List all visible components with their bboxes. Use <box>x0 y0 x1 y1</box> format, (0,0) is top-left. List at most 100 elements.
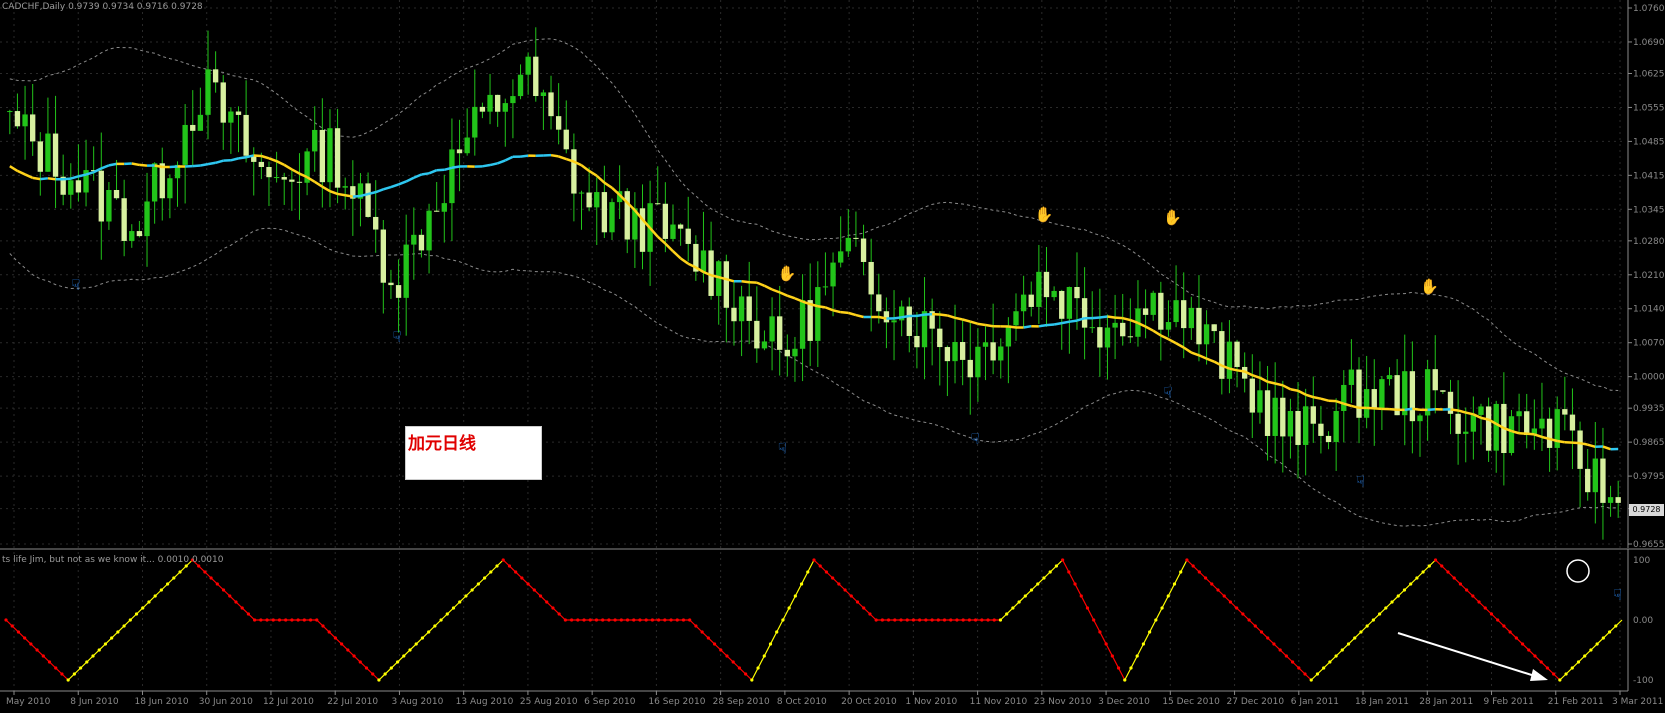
candle-body <box>1128 336 1133 337</box>
oscillator-point <box>98 648 101 651</box>
oscillator-point <box>415 642 418 645</box>
oscillator-point <box>1496 618 1499 621</box>
oscillator-point <box>241 606 244 609</box>
ma-segment <box>284 165 292 170</box>
oscillator-point <box>1509 630 1512 633</box>
annotation-label: 加元日线 <box>408 429 476 454</box>
oscillator-point <box>4 618 7 621</box>
oscillator-point <box>328 630 331 633</box>
oscillator-point <box>1142 642 1145 645</box>
oscillator-point <box>856 600 859 603</box>
ma-segment <box>109 164 117 165</box>
ma-segment <box>986 325 994 326</box>
candle-body <box>167 178 172 198</box>
date-axis-label: 3 Mar 2011 <box>1612 697 1663 707</box>
candle-body <box>1333 411 1338 442</box>
candle-body <box>1585 469 1590 492</box>
candle-body <box>503 103 508 112</box>
oscillator-point <box>875 618 878 621</box>
candle-body <box>1326 436 1331 442</box>
candle-body <box>381 230 386 283</box>
ma-segment <box>559 156 567 159</box>
oscillator-point <box>1167 594 1170 597</box>
ma-segment <box>40 178 48 179</box>
chart-grid <box>0 0 1626 691</box>
oscillator-point <box>384 672 387 675</box>
oscillator-point <box>321 624 324 627</box>
candle-body <box>221 82 226 122</box>
oscillator-point <box>234 600 237 603</box>
oscillator-point <box>539 594 542 597</box>
oscillator-point <box>73 672 76 675</box>
candle-body <box>1593 459 1598 493</box>
candle-body <box>106 190 111 221</box>
candle-body <box>808 300 813 341</box>
oscillator-point <box>607 618 610 621</box>
oscillator-point <box>1589 648 1592 651</box>
candle-body <box>1265 390 1270 436</box>
oscillator-point <box>943 618 946 621</box>
oscillator-point <box>663 618 666 621</box>
oscillator-point <box>1105 642 1108 645</box>
candle-body <box>236 112 241 115</box>
candle-body <box>1494 404 1499 451</box>
candle-body <box>76 180 81 192</box>
candle-body <box>830 263 835 287</box>
ma-segment <box>1412 409 1420 410</box>
ma-segment <box>482 165 490 166</box>
ma-segment <box>1100 316 1108 317</box>
oscillator-point <box>775 630 778 633</box>
ma-segment <box>193 166 201 167</box>
candle-body <box>404 245 409 298</box>
oscillator-point <box>458 600 461 603</box>
ma-segment <box>1161 335 1169 339</box>
oscillator-point <box>980 618 983 621</box>
date-axis-label: 27 Dec 2010 <box>1227 697 1285 707</box>
ma-segment <box>429 170 437 173</box>
ma-segment <box>315 182 323 187</box>
candle-body <box>1273 398 1278 436</box>
chart-window[interactable]: ✋✋✋✋✋✋☟☟☟☟☟☟☟ 1.07601.06901.06251.05551.… <box>0 0 1665 709</box>
oscillator-point <box>502 558 505 561</box>
ma-segment <box>254 155 262 156</box>
candle-body <box>1143 308 1148 314</box>
candle-body <box>1410 371 1415 421</box>
oscillator-point <box>483 576 486 579</box>
oscillator-point <box>253 618 256 621</box>
candle-body <box>525 57 530 75</box>
oscillator-point <box>937 618 940 621</box>
oscillator-point <box>1490 612 1493 615</box>
ma-segment <box>604 183 612 188</box>
oscillator-point <box>315 618 318 621</box>
oscillator-point <box>1272 642 1275 645</box>
candle-body <box>1036 272 1041 307</box>
price-chart[interactable]: ✋✋✋✋✋✋☟☟☟☟☟☟☟ 1.07601.06901.06251.05551.… <box>0 0 1665 709</box>
candle-body <box>1303 406 1308 445</box>
candle-body <box>533 57 538 96</box>
ma-segment <box>1199 355 1207 358</box>
candle-body <box>586 193 591 208</box>
candle-body <box>548 92 553 116</box>
ma-segment <box>1374 408 1382 409</box>
oscillator-point <box>570 618 573 621</box>
ma-segment <box>947 315 955 317</box>
candle-body <box>1097 327 1102 347</box>
candle-body <box>1074 287 1079 298</box>
oscillator-point <box>1136 654 1139 657</box>
candle-body <box>38 141 43 171</box>
ma-segment <box>1275 383 1283 385</box>
ma-segment <box>1184 348 1192 353</box>
date-axis-label: 16 Sep 2010 <box>648 697 705 707</box>
candle-body <box>625 191 630 239</box>
oscillator-point <box>974 618 977 621</box>
candle-body <box>1151 293 1156 315</box>
oscillator-point <box>135 612 138 615</box>
candle-body <box>365 183 370 217</box>
oscillator-point <box>1111 654 1114 657</box>
oscillator-point <box>446 612 449 615</box>
candle-body <box>1013 311 1018 325</box>
oscillator-point <box>533 588 536 591</box>
candle-body <box>564 130 569 150</box>
candle-body <box>396 285 401 298</box>
ma-segment <box>589 171 597 176</box>
